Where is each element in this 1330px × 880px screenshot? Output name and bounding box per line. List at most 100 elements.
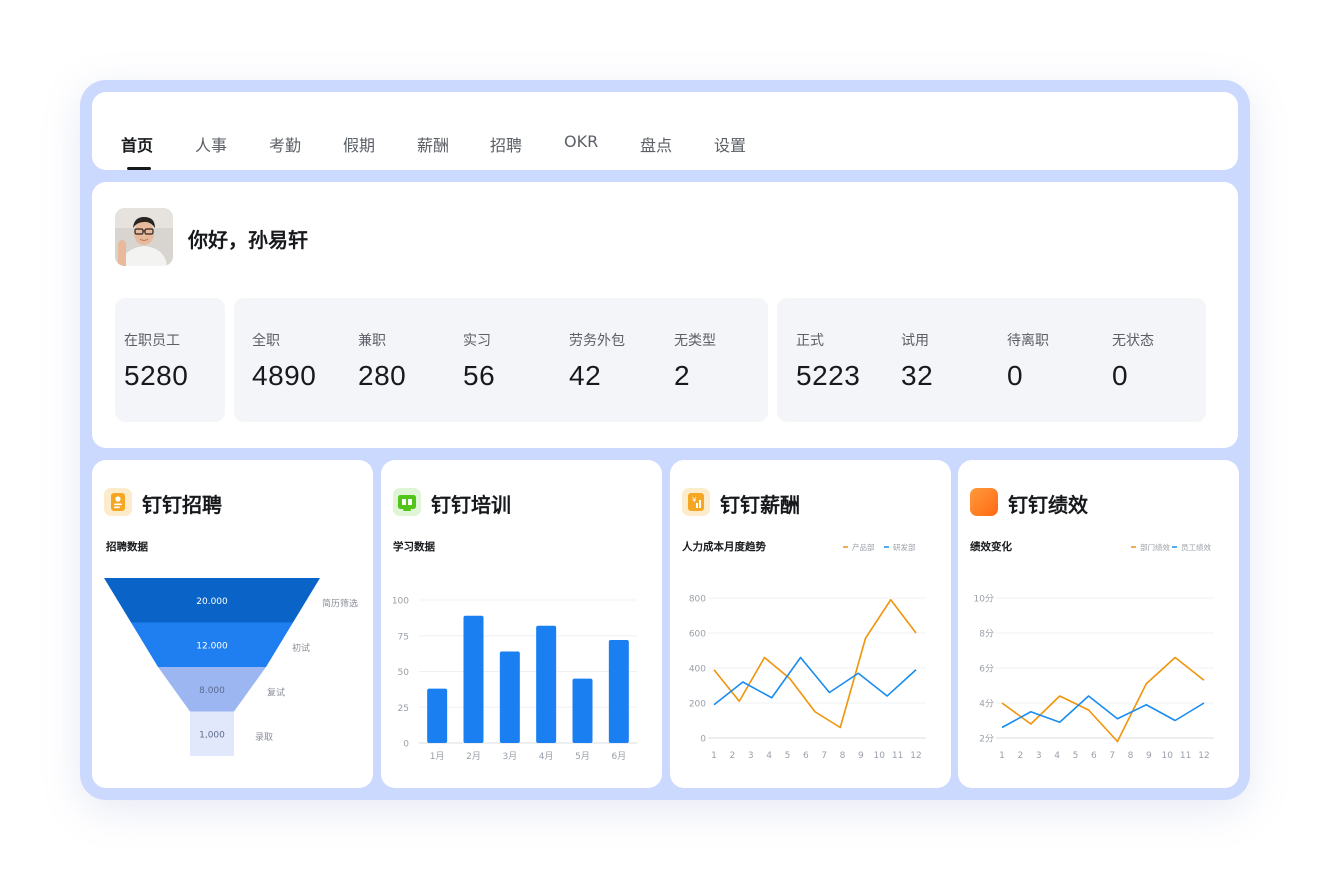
funnel-stage-label: 录取	[255, 732, 273, 743]
chart-title: 人力成本月度趋势	[682, 540, 766, 553]
x-tick-label: 12	[1198, 751, 1209, 761]
funnel-stage-label: 简历筛选	[322, 597, 358, 609]
stat-value: 280	[358, 360, 407, 391]
x-tick-label: 6月	[611, 751, 626, 762]
stat-value: 42	[569, 360, 602, 391]
performance-module[interactable]: 钉钉绩效 绩效变化 部门绩效 员工绩效 2分 4分 6分 8分 10分 1 2 3 4 5 6 7 8 9 10 1…	[958, 460, 1239, 788]
stat-label: 无类型	[674, 333, 716, 349]
stat-value: 0	[1007, 360, 1024, 391]
tab-personnel[interactable]: 人事	[195, 132, 227, 156]
tab-home[interactable]: 首页	[121, 132, 153, 156]
stat-value: 5223	[796, 360, 861, 391]
y-tick-label: 600	[689, 630, 706, 640]
stat-regular[interactable]: 正式 5223	[796, 330, 860, 392]
stat-value: 2	[674, 360, 691, 391]
x-tick-label: 2月	[466, 751, 481, 762]
stat-label: 劳务外包	[569, 333, 625, 349]
bar	[463, 615, 484, 743]
x-tick-label: 7	[1109, 751, 1115, 761]
avatar[interactable]	[115, 208, 173, 266]
bar	[536, 625, 557, 743]
stat-label: 在职员工	[124, 333, 180, 349]
y-tick-label: 2分	[979, 734, 994, 745]
salary-module[interactable]: ¥ 钉钉薪酬 人力成本月度趋势 产品部 研发部 0 200 400 600 800 1 2 3 4 5 6…	[670, 460, 951, 788]
funnel-stage-label: 复试	[267, 686, 285, 698]
avatar-photo	[115, 208, 173, 266]
employees-stat-box: 在职员工 5280	[115, 298, 225, 422]
x-tick-label: 12	[910, 751, 921, 761]
stat-label: 全职	[252, 333, 280, 349]
tab-attendance[interactable]: 考勤	[269, 132, 301, 156]
stat-value: 56	[463, 360, 496, 391]
recruit-module[interactable]: 钉钉招聘 招聘数据 20.000 简历筛选 12.000 初试 8.000 复试 1,000 录…	[92, 460, 373, 788]
funnel-value-label: 12.000	[196, 641, 228, 651]
stat-value: 5280	[124, 360, 189, 391]
x-tick-label: 2	[729, 751, 735, 761]
legend-label: 员工绩效	[1181, 542, 1211, 552]
stat-fulltime[interactable]: 全职 4890	[252, 330, 316, 392]
y-tick-label: 25	[398, 704, 409, 714]
greeting-text: 你好，孙易轩	[188, 228, 308, 252]
x-tick-label: 10	[1162, 751, 1174, 761]
y-tick-label: 10分	[974, 594, 994, 605]
stat-label: 试用	[901, 333, 929, 349]
series-line	[713, 598, 917, 729]
x-tick-label: 8	[840, 751, 846, 761]
y-tick-label: 800	[689, 595, 706, 605]
tab-inventory[interactable]: 盘点	[640, 132, 672, 156]
dashboard-frame: 首页 人事 考勤 假期 薪酬 招聘 OKR 盘点 设置 你好，孙易轩 在职员工 …	[80, 80, 1250, 800]
x-tick-label: 1	[711, 751, 717, 761]
x-tick-label: 5月	[575, 751, 590, 762]
legend-label: 部门绩效	[1140, 542, 1170, 552]
stat-value: 4890	[252, 360, 317, 391]
x-tick-label: 4月	[539, 751, 554, 762]
stat-value: 0	[1112, 360, 1129, 391]
stat-no-type[interactable]: 无类型 2	[674, 330, 716, 392]
chart-title: 绩效变化	[970, 540, 1012, 553]
active-tab-indicator	[127, 167, 151, 170]
x-tick-label: 4	[1054, 751, 1060, 761]
funnel-value-label: 1,000	[199, 730, 225, 740]
stat-label: 正式	[796, 333, 824, 349]
stat-label: 兼职	[358, 333, 386, 349]
x-tick-label: 1	[999, 751, 1005, 761]
performance-line-chart: 绩效变化 部门绩效 员工绩效2分4分6分8分10分1 2 3 4 5 6 7 8 9 10 11 12	[970, 540, 1214, 761]
stat-probation[interactable]: 试用 32	[901, 330, 933, 392]
x-tick-label: 7	[821, 751, 827, 761]
x-tick-label: 3	[748, 751, 754, 761]
tab-salary[interactable]: 薪酬	[417, 132, 449, 156]
x-tick-label: 1月	[430, 751, 445, 762]
stat-pending-leave[interactable]: 待离职 0	[1007, 330, 1049, 392]
stat-parttime[interactable]: 兼职 280	[358, 330, 406, 392]
tab-leave[interactable]: 假期	[343, 132, 375, 156]
x-tick-label: 2	[1017, 751, 1023, 761]
top-nav: 首页 人事 考勤 假期 薪酬 招聘 OKR 盘点 设置	[92, 92, 1238, 170]
y-tick-label: 50	[398, 668, 410, 678]
x-tick-label: 6	[803, 751, 809, 761]
tab-recruit[interactable]: 招聘	[490, 132, 522, 156]
stat-intern[interactable]: 实习 56	[463, 330, 495, 392]
x-tick-label: 8	[1128, 751, 1134, 761]
stat-outsourced[interactable]: 劳务外包 42	[569, 330, 625, 392]
y-tick-label: 400	[689, 665, 706, 675]
x-tick-label: 3	[1036, 751, 1042, 761]
x-tick-label: 3月	[502, 751, 517, 762]
employee-status-stat-box: 正式 5223 试用 32 待离职 0 无状态 0	[777, 298, 1206, 422]
y-tick-label: 0	[700, 735, 706, 745]
y-tick-label: 75	[398, 632, 409, 642]
stat-value: 32	[901, 360, 934, 391]
stat-employees[interactable]: 在职员工 5280	[124, 330, 188, 392]
x-tick-label: 11	[892, 751, 903, 761]
training-module[interactable]: 钉钉培训 学习数据 0 25 50 75 100 1月 2月 3月 4月 5月 6月	[381, 460, 662, 788]
x-tick-label: 11	[1180, 751, 1191, 761]
y-tick-label: 200	[689, 700, 706, 710]
y-tick-label: 4分	[979, 699, 994, 710]
y-tick-label: 8分	[979, 629, 994, 640]
stat-no-status[interactable]: 无状态 0	[1112, 330, 1154, 392]
tab-okr[interactable]: OKR	[564, 132, 598, 151]
x-tick-label: 6	[1091, 751, 1097, 761]
x-tick-label: 4	[766, 751, 772, 761]
tab-settings[interactable]: 设置	[714, 132, 746, 156]
y-tick-label: 6分	[979, 664, 994, 675]
x-tick-label: 10	[874, 751, 886, 761]
